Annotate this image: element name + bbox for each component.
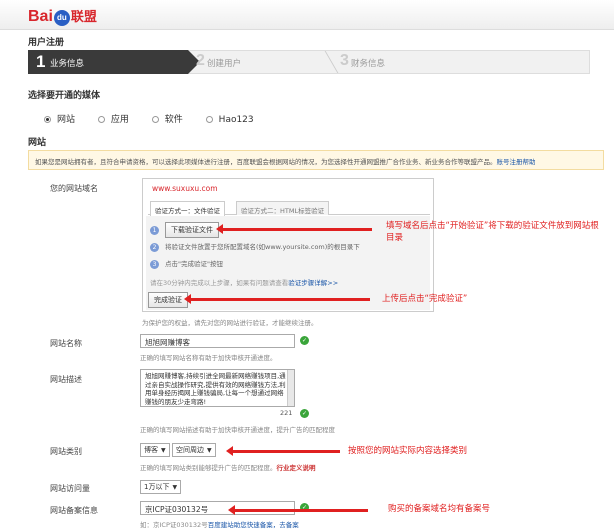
check-icon: ✓ — [300, 409, 309, 418]
verify-step-1: 1 下载验证文件 — [150, 222, 219, 238]
site-category-hint: 正确的填写网站类别能够提升广告的匹配程度。行业定义说明 — [140, 464, 316, 472]
site-desc-label: 网站描述 — [50, 375, 82, 384]
site-desc-scrollbar[interactable] — [287, 370, 294, 406]
arrow-left-icon — [226, 446, 340, 456]
site-desc-hint: 正确的填写网站描述有助于加快审核开通进度，提升广告的匹配程度 — [140, 426, 335, 434]
site-name-input[interactable]: 旭旭网赚博客 — [140, 334, 295, 348]
site-desc-char-count: 221 — [280, 409, 293, 417]
complete-annotation: 上传后点击“完成验证” — [382, 294, 468, 304]
media-section-title: 选择要开通的媒体 — [28, 91, 101, 101]
verify-tip: 请在30分钟内完成以上步骤，如果有问题请查看验证步骤详解>> — [150, 279, 339, 287]
radio-icon[interactable] — [151, 116, 159, 123]
verify-tabs: 验证方式一：文件验证 验证方式二：HTML标签验证 — [148, 200, 430, 216]
chevron-down-icon: ▼ — [172, 484, 178, 491]
chevron-down-icon: ▼ — [161, 447, 166, 454]
arrow-left-icon — [228, 505, 368, 515]
register-help-link[interactable]: 账号注册帮助 — [497, 158, 536, 166]
site-traffic-label: 网站访问量 — [50, 484, 90, 493]
verify-help-link[interactable]: 验证步骤详解>> — [288, 279, 338, 287]
site-name-hint: 正确的填写网站名称有助于加快审核开通进度。 — [140, 354, 277, 362]
radio-icon[interactable] — [205, 116, 213, 123]
icp-hint: 如：京ICP证030132号百度建站助您快速备案，去备案 — [140, 521, 299, 529]
site-section-title: 网站 — [28, 138, 47, 148]
complete-verify-button[interactable]: 完成验证 — [148, 292, 188, 308]
step-1-active: 1 业务信息 — [28, 50, 188, 74]
download-verify-file-button[interactable]: 下载验证文件 — [165, 222, 219, 238]
verify-step-3: 3 点击"完成验证"按钮 — [150, 258, 223, 269]
page-title: 用户注册 — [28, 38, 65, 48]
category-primary-select[interactable]: 博客 ▼ — [140, 443, 170, 457]
paw-icon: du — [53, 10, 70, 26]
traffic-select[interactable]: 1万以下 ▼ — [140, 480, 182, 494]
media-option-hao123[interactable]: Hao123 — [205, 115, 254, 125]
media-option-website[interactable]: 网站 — [44, 115, 75, 125]
verify-protect-hint: 为保护您的权益，请先对您的网站进行验证，才能继续注册。 — [142, 319, 318, 327]
radio-icon[interactable] — [97, 116, 105, 123]
icp-input[interactable]: 京ICP证030132号 — [140, 501, 295, 515]
site-notice: 如果您是网站拥有者，且符合申请资格，可以选择此项媒体进行注册，百度联盟会根据网站… — [28, 150, 604, 170]
arrow-left-icon — [216, 224, 372, 234]
site-name-label: 网站名称 — [50, 339, 82, 348]
icp-label: 网站备案信息 — [50, 506, 98, 515]
media-option-software[interactable]: 软件 — [151, 115, 183, 125]
domain-label: 您的网站域名 — [50, 184, 98, 193]
site-category-label: 网站类别 — [50, 447, 82, 456]
baidu-union-logo[interactable]: Bai du 联盟 — [28, 6, 97, 26]
media-option-app[interactable]: 应用 — [97, 115, 129, 125]
icp-annotation: 购买的备案域名均有备案号 — [388, 504, 491, 514]
arrow-left-icon — [184, 294, 370, 304]
verify-step-2: 2 将验证文件放置于您所配置域名(如www.yoursite.com)的根目录下 — [150, 241, 360, 252]
check-icon: ✓ — [300, 336, 309, 345]
industry-definition-link[interactable]: 行业定义说明 — [277, 464, 316, 472]
site-desc-textarea[interactable]: 旭旭网赚博客,持续引进全网最新网络赚钱项目,通过亲自实战操作研究,提供有效的网络… — [140, 369, 295, 407]
go-filing-link[interactable]: 去备案 — [279, 521, 299, 529]
chevron-down-icon: ▼ — [207, 447, 212, 454]
baidu-build-link[interactable]: 百度建站助您快速备案， — [208, 521, 280, 529]
media-radio-group: 网站 应用 软件 Hao123 — [44, 112, 274, 125]
tab-file-verify[interactable]: 验证方式一：文件验证 — [150, 201, 225, 216]
domain-value: www.suxuxu.com — [152, 184, 218, 193]
tab-html-verify[interactable]: 验证方式二：HTML标签验证 — [236, 201, 330, 215]
category-annotation: 按照您的网站实际内容选择类别 — [348, 446, 468, 456]
verify-annotation: 填写域名后点击“开始验证”将下载的验证文件放到网站根目录 — [386, 221, 599, 243]
category-secondary-select[interactable]: 空间周边 ▼ — [172, 443, 216, 457]
radio-icon[interactable] — [44, 116, 51, 123]
